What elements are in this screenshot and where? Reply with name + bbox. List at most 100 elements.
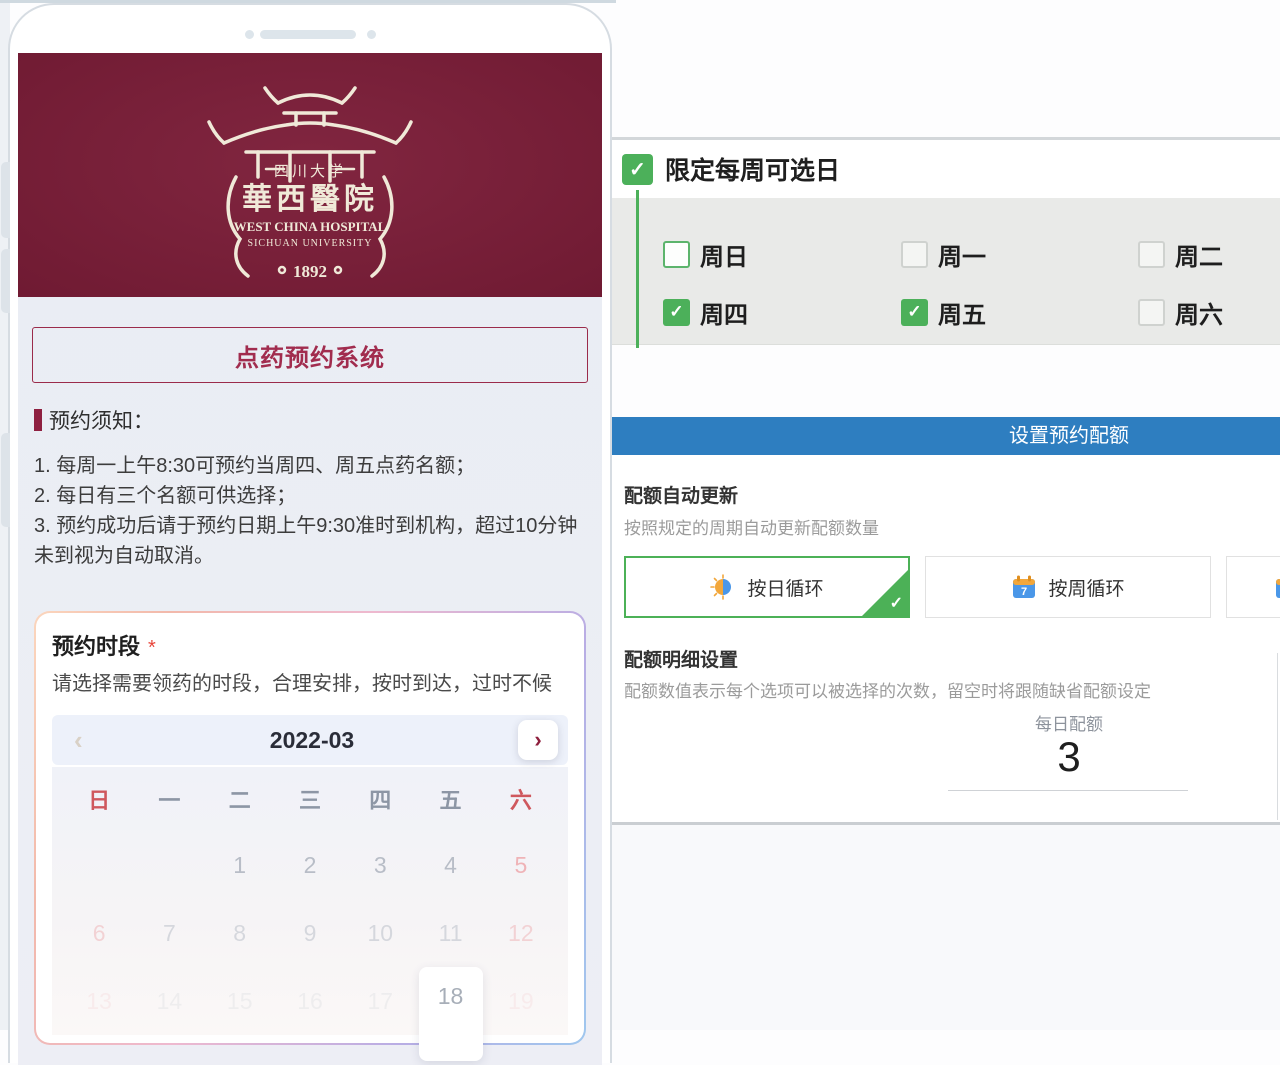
date-cell[interactable]: 9 — [275, 899, 345, 967]
hospital-logo: 四川大学 華西醫院 WEST CHINA HOSPITAL SICHUAN UN… — [194, 59, 426, 291]
check-icon: ✓ — [629, 157, 646, 182]
weekday-label: 二 — [205, 771, 275, 831]
calendar-week-row: 6 7 8 9 10 11 12 — [64, 899, 556, 967]
daily-quota-column-label: 每日配额 — [859, 710, 1279, 735]
daily-quota-input-underline — [948, 790, 1188, 791]
calendar-header: ‹ 2022-03 › — [52, 715, 568, 765]
notice-item: 1. 每周一上午8:30可预约当周四、周五点药名额； — [34, 451, 586, 481]
daily-quota-input[interactable]: 3 — [859, 733, 1279, 781]
date-cell[interactable]: 11 — [415, 899, 485, 967]
cycle-option-label: 按周循环 — [1048, 574, 1124, 601]
weekday-limit-header: ✓ 限定每周可选日 — [609, 140, 1280, 198]
weekday-label: 三 — [275, 771, 345, 831]
date-cell[interactable]: 4 — [415, 831, 485, 899]
date-cell[interactable]: 15 — [205, 967, 275, 1035]
weekday-option-thursday[interactable]: ✓ 周四 — [663, 298, 748, 326]
date-cell[interactable]: 8 — [205, 899, 275, 967]
notice-title-row: 预约须知： — [34, 405, 586, 435]
phone-camera-dot — [367, 30, 376, 39]
quota-detail-label: 配额明细设置 — [624, 645, 738, 672]
check-icon: ✓ — [669, 302, 683, 322]
date-cell[interactable]: 2 — [275, 831, 345, 899]
cycle-option-daily[interactable]: 按日循环 ✓ — [624, 556, 910, 618]
weekday-option-label: 周五 — [938, 295, 986, 330]
prev-month-button[interactable]: ‹ — [62, 725, 106, 756]
page-bottom-background — [606, 825, 1280, 1030]
system-title-button[interactable]: 点药预约系统 — [32, 327, 588, 383]
date-cell[interactable]: 3 — [345, 831, 415, 899]
cycle-option-weekly[interactable]: 7 按周循环 — [925, 556, 1211, 618]
date-cell[interactable]: 7 — [134, 899, 204, 967]
tree-connector-line — [636, 190, 639, 348]
calendar-week-row: 1 2 3 4 5 — [64, 831, 556, 899]
weekday-option-label: 周六 — [1175, 295, 1223, 330]
check-icon: ✓ — [890, 593, 903, 613]
notice-item: 3. 预约成功后请于预约日期上午9:30准时到机构，超过10分钟未到视为自动取消… — [34, 511, 586, 571]
weekday-option-sunday[interactable]: 周日 — [663, 240, 748, 268]
quota-settings-panel: 设置预约配额 配额自动更新 按照规定的周期自动更新配额数量 按日循环 ✓ — [608, 417, 1280, 825]
date-cell[interactable]: 12 — [486, 899, 556, 967]
field-description: 请选择需要领药的时段，合理安排，按时到达，过时不候 — [52, 669, 568, 699]
weekday-option-label: 周四 — [700, 295, 748, 330]
sun-icon — [710, 574, 736, 600]
calendar-month-title: 2022-03 — [106, 727, 518, 754]
checkbox-checked[interactable]: ✓ — [901, 299, 928, 326]
calendar-week-row: 13 14 15 16 17 18 19 — [64, 967, 556, 1035]
weekday-limit-checkbox[interactable]: ✓ — [622, 154, 653, 185]
weekday-label: 一 — [134, 771, 204, 831]
date-cell[interactable]: 6 — [64, 899, 134, 967]
weekday-option-saturday[interactable]: 周六 — [1138, 298, 1223, 326]
date-cell[interactable]: 17 — [345, 967, 415, 1035]
cycle-options-row: 按日循环 ✓ 7 按周循环 — [624, 556, 1280, 618]
logo-hospital-name: 華西醫院 — [242, 182, 378, 216]
checkbox-unchecked[interactable] — [1138, 299, 1165, 326]
selected-date-cell[interactable]: 18 — [415, 967, 485, 1035]
calendar-badge-number: 7 — [1021, 586, 1027, 598]
phone-speaker — [260, 30, 356, 39]
check-icon: ✓ — [907, 302, 921, 322]
calendar-body: 日 一 二 三 四 五 六 1 2 3 4 — [52, 767, 568, 1035]
date-cell[interactable]: 5 — [486, 831, 556, 899]
weekday-label: 五 — [415, 771, 485, 831]
logo-year: 1892 — [293, 262, 327, 281]
date-cell[interactable]: 1 — [205, 831, 275, 899]
hospital-banner: 四川大学 華西醫院 WEST CHINA HOSPITAL SICHUAN UN… — [18, 53, 602, 297]
column-divider — [1277, 653, 1278, 820]
notice-list: 1. 每周一上午8:30可预约当周四、周五点药名额； 2. 每日有三个名额可供选… — [34, 451, 586, 571]
phone-side-button — [1, 249, 10, 313]
calendar-icon — [1274, 574, 1280, 600]
checkbox-unchecked[interactable] — [901, 241, 928, 268]
weekday-option-friday[interactable]: ✓ 周五 — [901, 298, 986, 326]
logo-university-small: 四川大学 — [274, 163, 346, 180]
phone-screen: 四川大学 華西醫院 WEST CHINA HOSPITAL SICHUAN UN… — [18, 53, 602, 1065]
date-cell[interactable]: 19 — [486, 967, 556, 1035]
phone-side-button — [1, 162, 10, 238]
selected-date-card[interactable]: 18 — [419, 967, 483, 1061]
notice-item: 2. 每日有三个名额可供选择； — [34, 481, 586, 511]
weekday-label: 四 — [345, 771, 415, 831]
next-month-button[interactable]: › — [518, 720, 558, 760]
phone-mockup-frame: 四川大学 華西醫院 WEST CHINA HOSPITAL SICHUAN UN… — [8, 3, 612, 1063]
date-cell — [64, 831, 134, 899]
date-cell[interactable]: 14 — [134, 967, 204, 1035]
weekday-options-area: 周日 周一 周二 ✓ 周四 ✓ 周五 周六 — [609, 198, 1280, 345]
calendar-7-icon: 7 — [1011, 574, 1037, 600]
checkbox-unchecked[interactable] — [1138, 241, 1165, 268]
weekday-limit-panel: ✓ 限定每周可选日 周日 周一 周二 ✓ 周四 ✓ 周五 周六 — [608, 137, 1280, 345]
chevron-left-icon: ‹ — [74, 725, 83, 755]
checkbox-checked[interactable]: ✓ — [663, 299, 690, 326]
weekday-option-monday[interactable]: 周一 — [901, 240, 986, 268]
phone-camera-dot — [245, 30, 254, 39]
checkbox-unchecked[interactable] — [663, 241, 690, 268]
weekday-option-tuesday[interactable]: 周二 — [1138, 240, 1223, 268]
chevron-right-icon: › — [534, 727, 541, 753]
quota-panel-header: 设置预约配额 — [609, 417, 1280, 455]
weekday-option-label: 周日 — [700, 237, 748, 272]
date-cell[interactable]: 13 — [64, 967, 134, 1035]
notice-title: 预约须知： — [49, 405, 154, 435]
weekday-label: 日 — [64, 771, 134, 831]
quota-detail-hint: 配额数值表示每个选项可以被选择的次数，留空时将跟随缺省配额设定 — [624, 677, 1151, 702]
date-cell[interactable]: 10 — [345, 899, 415, 967]
date-cell[interactable]: 16 — [275, 967, 345, 1035]
cycle-option-partial[interactable] — [1226, 556, 1280, 618]
